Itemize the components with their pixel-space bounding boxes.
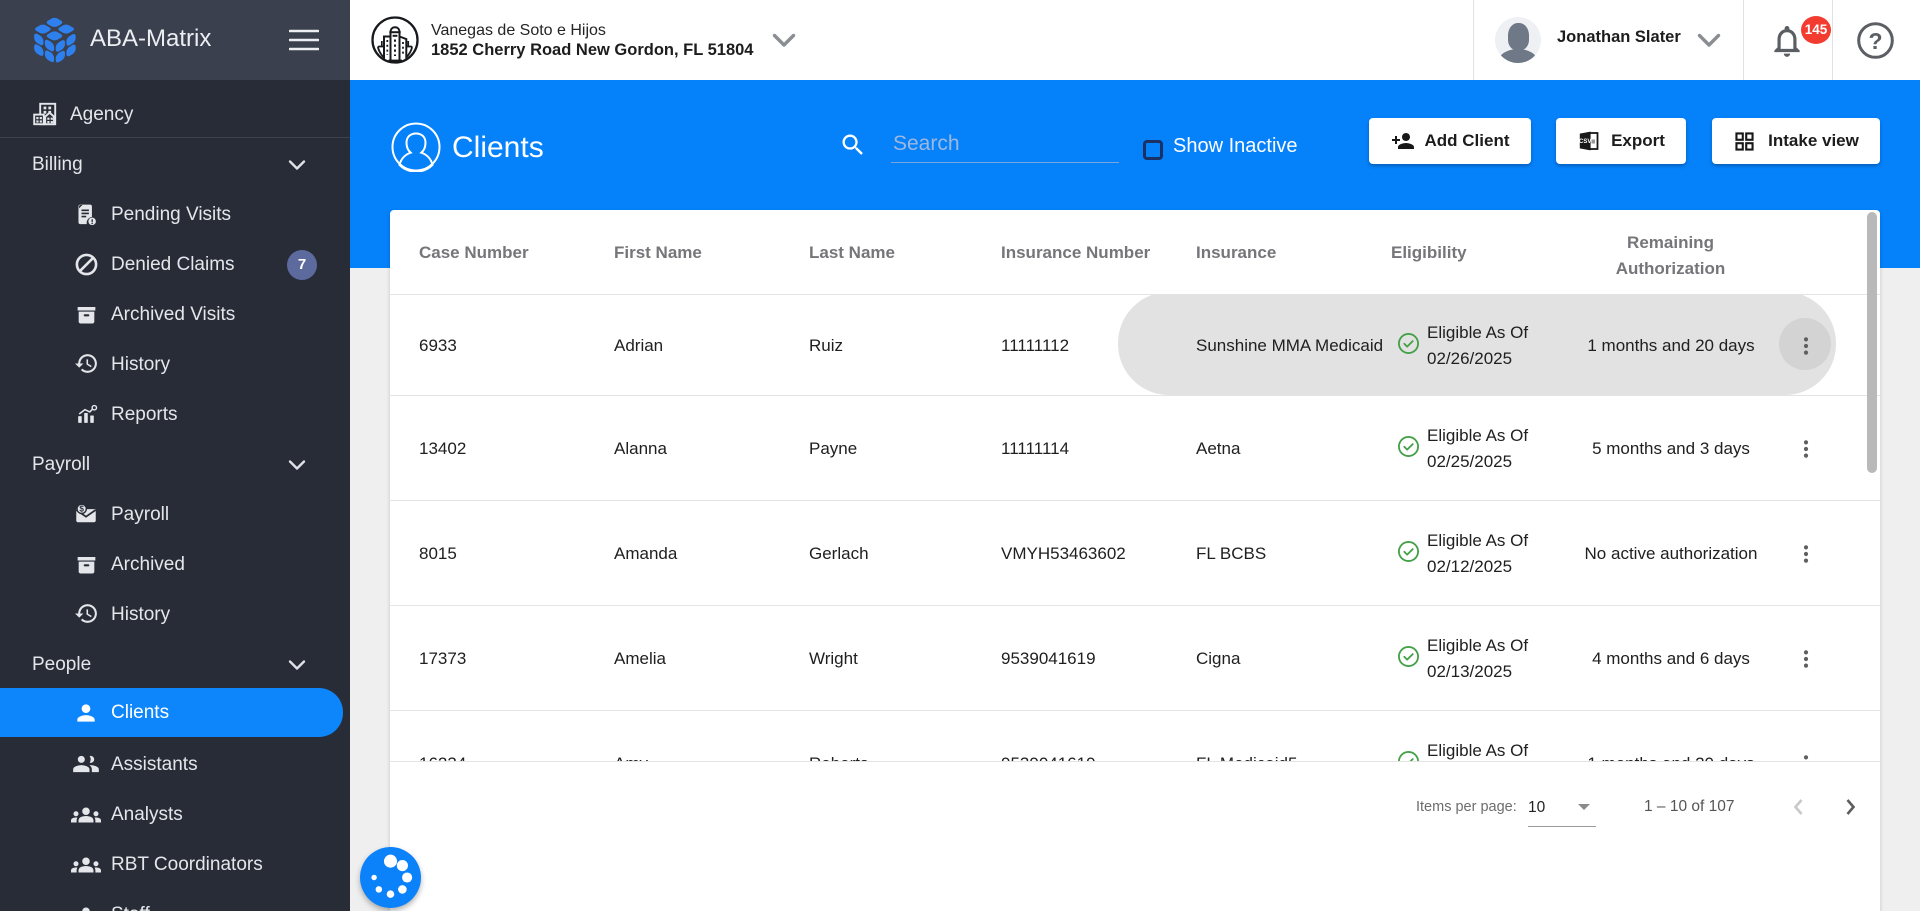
svg-text:$: $ bbox=[79, 505, 84, 514]
svg-text:?: ? bbox=[1868, 28, 1882, 54]
svg-text:CSV: CSV bbox=[1579, 139, 1591, 145]
